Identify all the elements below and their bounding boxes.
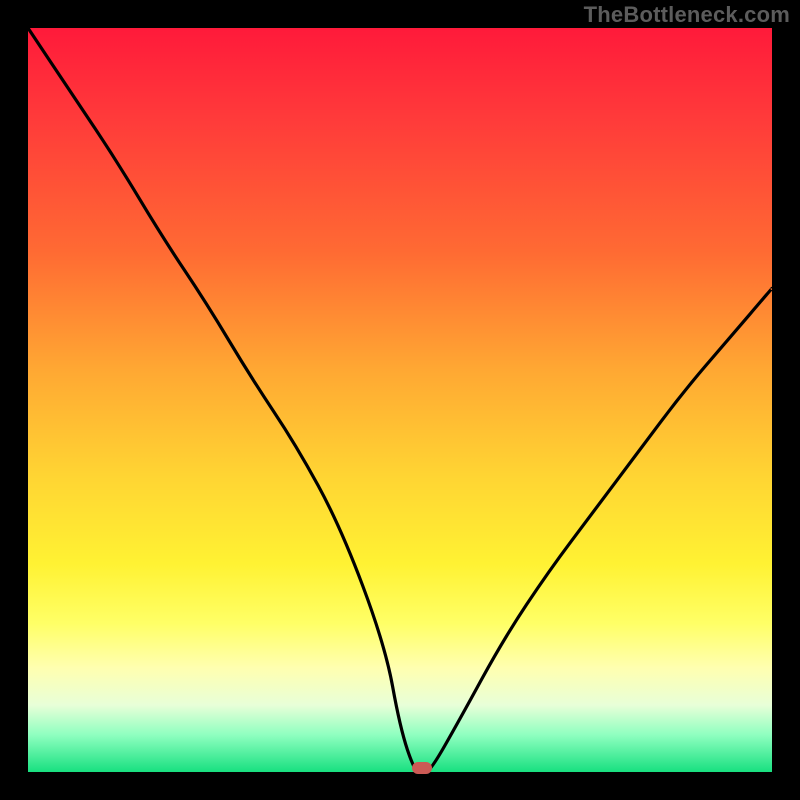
bottleneck-curve: [28, 28, 772, 772]
chart-plot-area: [28, 28, 772, 772]
curve-path: [28, 28, 772, 772]
minimum-marker: [412, 762, 432, 774]
watermark-text: TheBottleneck.com: [584, 2, 790, 28]
chart-frame: TheBottleneck.com: [0, 0, 800, 800]
